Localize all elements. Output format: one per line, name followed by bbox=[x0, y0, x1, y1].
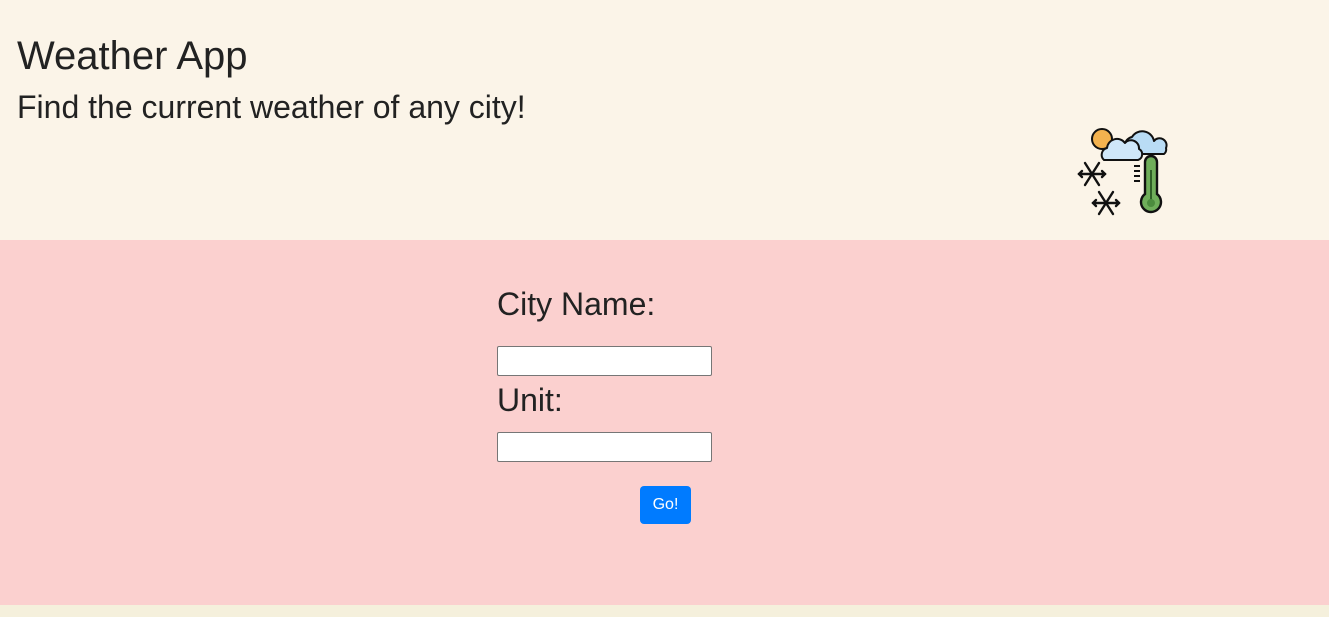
city-name-label: City Name: bbox=[497, 286, 656, 322]
search-form-panel: City Name: Unit: Go! bbox=[0, 240, 1329, 605]
page-header: Weather App Find the current weather of … bbox=[0, 0, 1329, 240]
city-name-input[interactable] bbox=[497, 346, 712, 376]
unit-label: Unit: bbox=[497, 382, 563, 418]
unit-input[interactable] bbox=[497, 432, 712, 462]
page-title: Weather App bbox=[17, 34, 248, 78]
go-button[interactable]: Go! bbox=[640, 486, 691, 524]
footer-strip bbox=[0, 605, 1329, 617]
weather-cold-thermometer-icon bbox=[1077, 128, 1168, 216]
page-subtitle: Find the current weather of any city! bbox=[17, 89, 526, 125]
